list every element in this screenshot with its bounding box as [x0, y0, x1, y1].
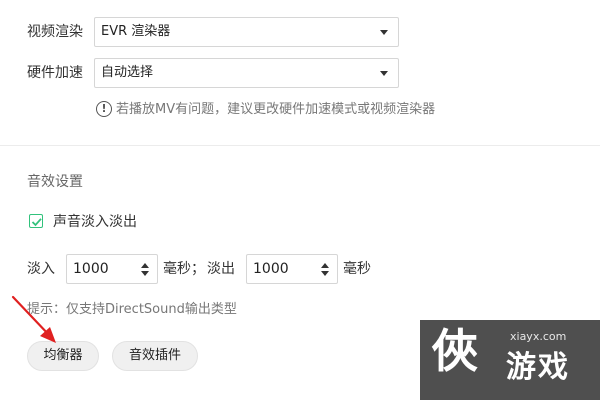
watermark-text: 游戏 [506, 350, 570, 385]
watermark-site: xiayx.com [510, 330, 567, 343]
watermark-logo: 俠 [432, 324, 478, 378]
